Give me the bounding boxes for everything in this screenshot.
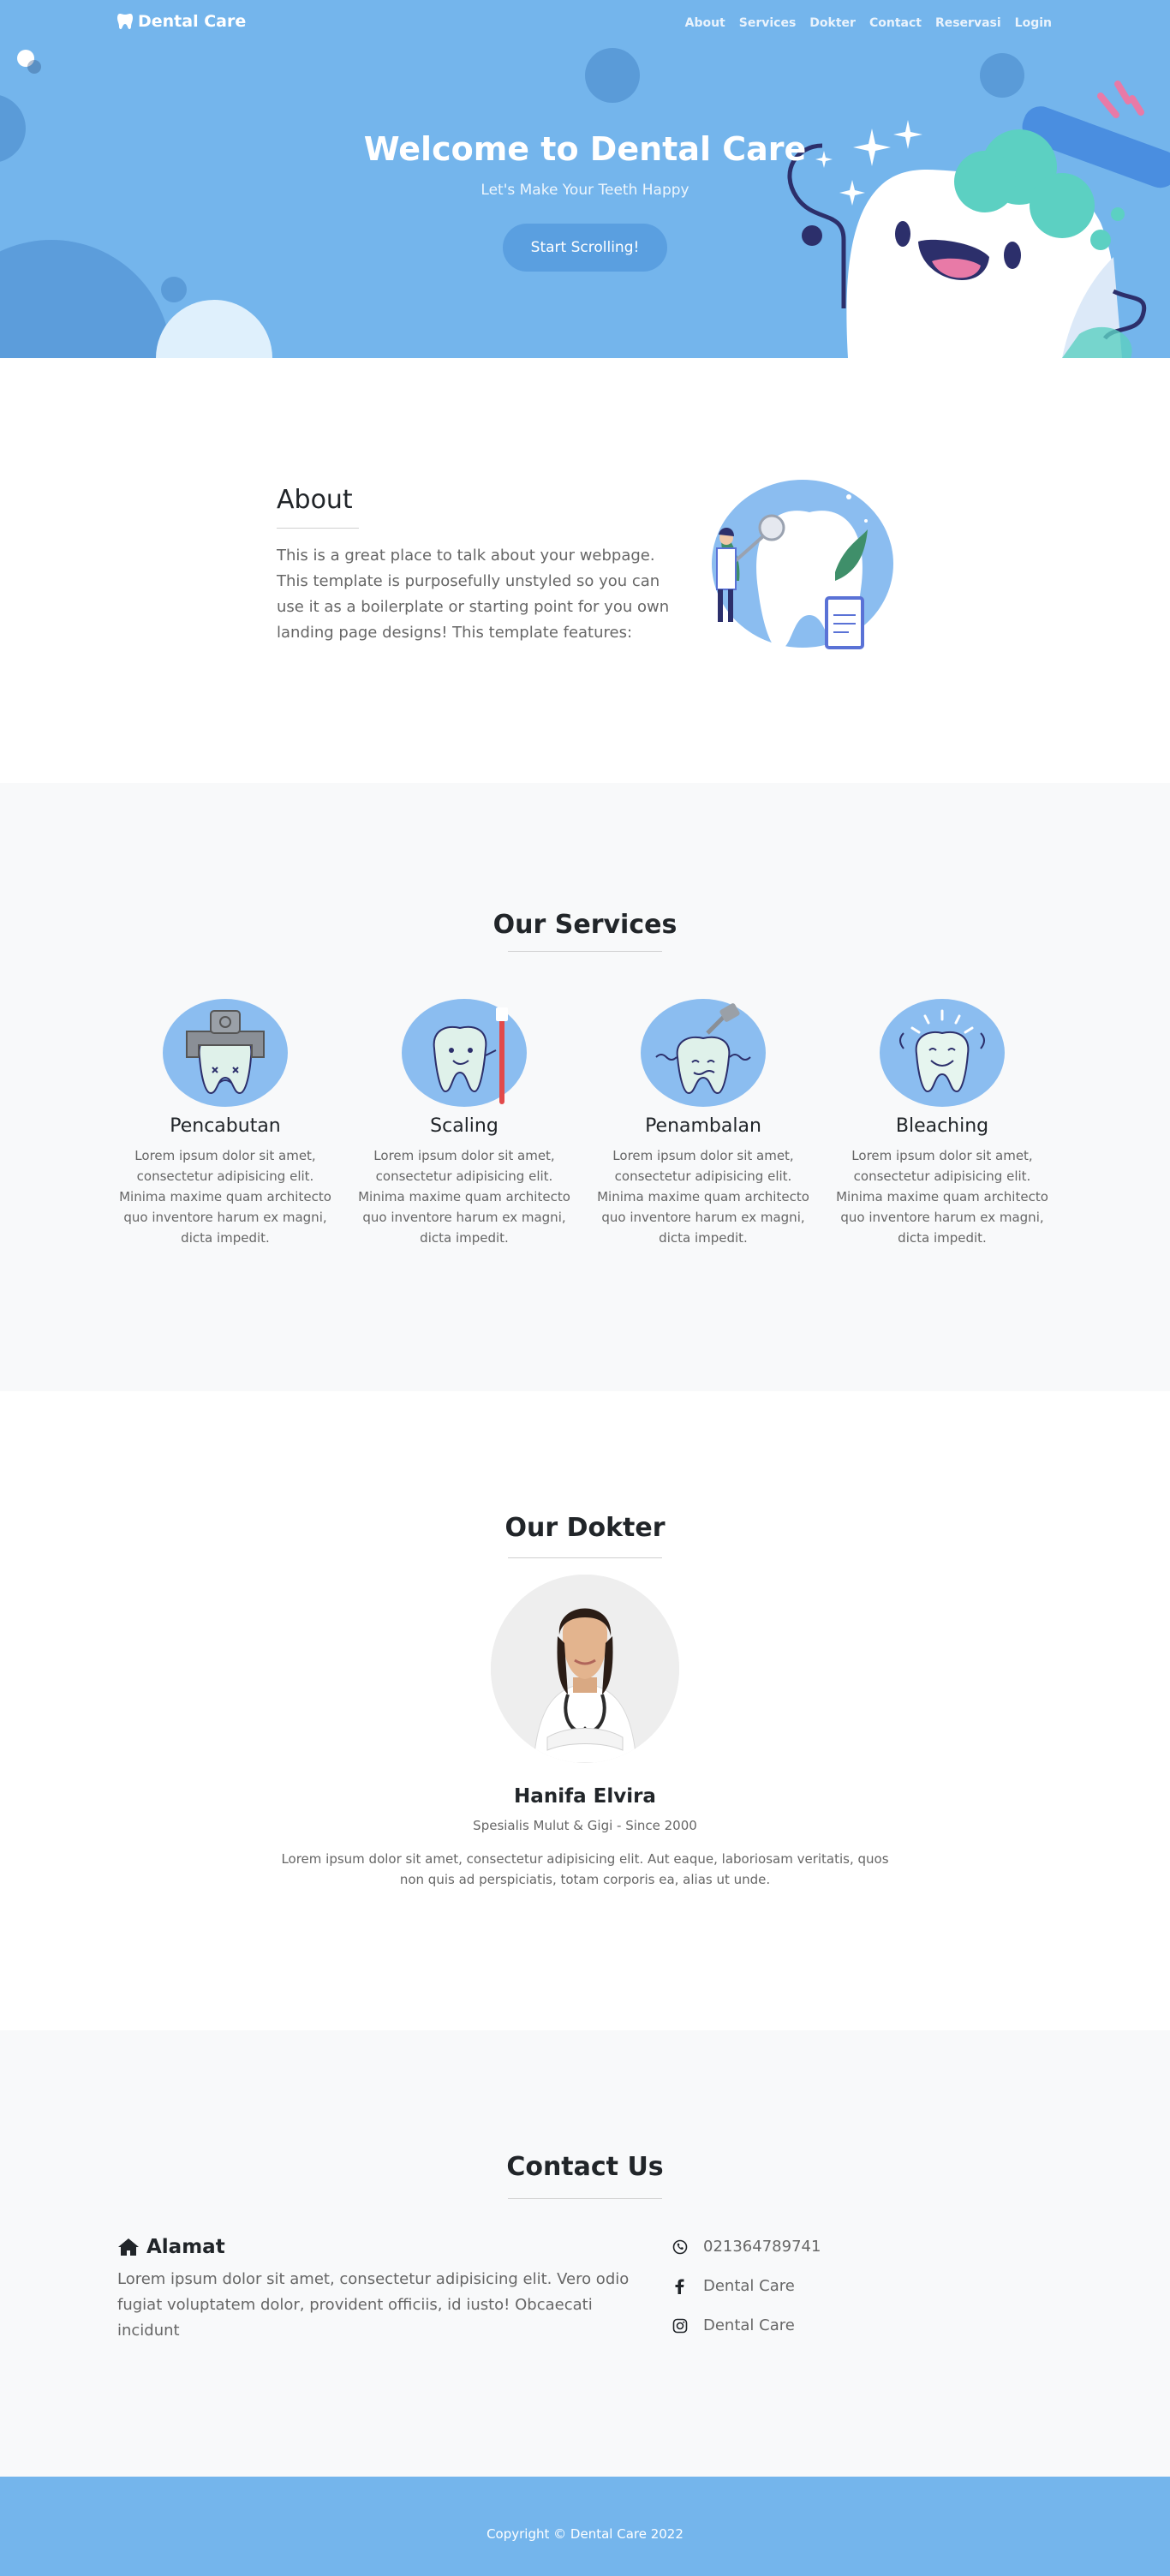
contact-facebook[interactable]: Dental Care [672,2277,795,2295]
service-card: Penambalan Lorem ipsum dolor sit amet, c… [595,997,811,1248]
services-title: Our Services [492,910,678,940]
start-scrolling-button[interactable]: Start Scrolling! [503,224,667,272]
footer-brand-link[interactable]: Dental Care [570,2526,647,2542]
facebook-icon [675,2279,684,2294]
service-desc: Lorem ipsum dolor sit amet, consectetur … [358,1148,570,1246]
copyright-year: 2022 [646,2526,683,2542]
hero-subtitle: Let's Make Your Teeth Happy [481,182,689,199]
doctor-role: Spesialis Mulut & Gigi - Since 2000 [473,1818,697,1833]
contact-section: Contact Us Alamat Lorem ipsum dolor sit … [0,2030,1170,2477]
whatsapp-icon [672,2239,688,2254]
service-card: Pencabutan Lorem ipsum dolor sit amet, c… [117,997,333,1248]
address-heading: Alamat [117,2236,225,2258]
about-title: About [277,485,353,515]
dokter-divider [508,1557,662,1558]
service-card: Scaling Lorem ipsum dolor sit amet, cons… [356,997,572,1248]
phone-number: 021364789741 [703,2238,821,2256]
service-name: Scaling [430,1115,498,1137]
hero-background-art [0,48,1170,358]
facebook-label: Dental Care [703,2277,795,2295]
service-name: Bleaching [895,1115,989,1137]
nav-dokter[interactable]: Dokter [809,16,856,30]
tooth-filling-icon [641,999,766,1107]
tooth-extraction-icon [163,999,288,1107]
service-card: Bleaching Lorem ipsum dolor sit amet, co… [834,997,1050,1248]
about-dentist-illustration [712,480,893,649]
copyright-prefix: Copyright © [487,2526,570,2542]
nav-contact[interactable]: Contact [869,16,922,30]
services-divider [508,951,662,952]
tooth-scaling-icon [402,999,527,1107]
doctor-avatar-icon [491,1575,679,1763]
service-desc: Lorem ipsum dolor sit amet, consectetur … [836,1148,1048,1246]
about-section: About This is a great place to talk abou… [0,358,1170,783]
service-name: Pencabutan [170,1115,281,1137]
instagram-icon [672,2318,688,2333]
services-section: Our Services Pencabutan Lorem ipsum dolo… [0,783,1170,1391]
contact-title: Contact Us [506,2152,664,2182]
dokter-title: Our Dokter [504,1513,666,1543]
instagram-label: Dental Care [703,2316,795,2334]
brand-link[interactable]: Dental Care [117,12,246,31]
nav-services[interactable]: Services [739,16,797,30]
address-title: Alamat [146,2236,225,2258]
nav-reservasi[interactable]: Reservasi [935,16,1001,30]
about-text: This is a great place to talk about your… [277,547,670,642]
hero-section: Welcome to Dental Care Let's Make Your T… [0,0,1170,358]
hero-title: Welcome to Dental Care [363,130,807,168]
tooth-bleaching-icon [880,999,1005,1107]
doctor-desc: Lorem ipsum dolor sit amet, consectetur … [281,1851,889,1887]
navbar: Dental Care About Services Dokter Contac… [0,0,1170,48]
address-text: Lorem ipsum dolor sit amet, consectetur … [117,2270,630,2340]
contact-phone[interactable]: 021364789741 [672,2238,821,2256]
nav-links: About Services Dokter Contact Reservasi … [685,16,1052,30]
doctor-photo [491,1575,679,1763]
footer: Copyright © Dental Care 2022 [0,2477,1170,2576]
service-desc: Lorem ipsum dolor sit amet, consectetur … [597,1148,809,1246]
service-desc: Lorem ipsum dolor sit amet, consectetur … [119,1148,331,1246]
home-icon [118,2238,139,2256]
copyright: Copyright © Dental Care 2022 [0,2526,1170,2542]
contact-divider [508,2198,662,2199]
tooth-icon [117,14,133,29]
nav-login[interactable]: Login [1015,16,1052,30]
service-name: Penambalan [645,1115,761,1137]
contact-instagram[interactable]: Dental Care [672,2316,795,2334]
doctor-name: Hanifa Elvira [514,1785,656,1808]
brand-name: Dental Care [138,12,247,31]
about-divider [277,528,359,529]
dokter-section: Our Dokter Hanifa Elvira Spesialis Mulut… [0,1391,1170,2030]
nav-about[interactable]: About [685,16,725,30]
